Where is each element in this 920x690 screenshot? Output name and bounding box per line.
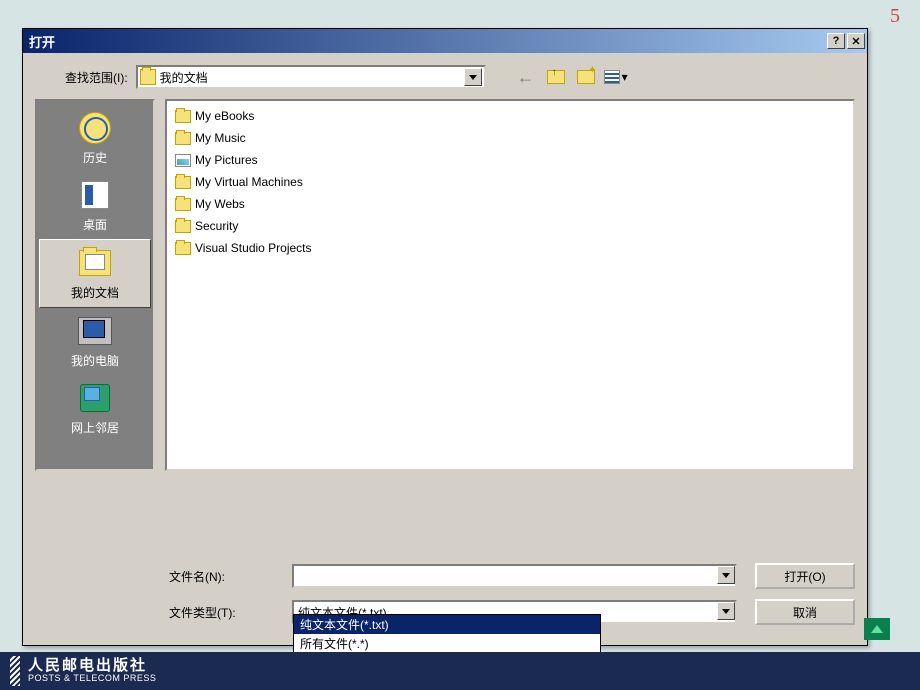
filename-label: 文件名(N): — [169, 568, 274, 585]
new-folder-icon — [577, 70, 595, 84]
lookin-dropdown-button[interactable] — [464, 68, 482, 86]
list-item[interactable]: My eBooks — [171, 105, 849, 127]
lookin-value: 我的文档 — [160, 69, 464, 86]
filename-value — [294, 566, 717, 586]
filename-input[interactable] — [292, 564, 737, 588]
file-list[interactable]: My eBooks My Music My Pictures My Virtua… — [165, 99, 855, 471]
network-icon — [80, 384, 110, 412]
new-folder-button[interactable] — [574, 66, 598, 88]
list-item[interactable]: My Webs — [171, 193, 849, 215]
up-folder-button[interactable] — [544, 66, 568, 88]
open-button[interactable]: 打开(O) — [755, 563, 855, 589]
places-bar: 历史 桌面 我的文档 我的电脑 网上邻居 — [35, 99, 155, 471]
publisher-cn: 人民邮电出版社 — [28, 658, 156, 675]
list-item[interactable]: Security — [171, 215, 849, 237]
list-item[interactable]: My Virtual Machines — [171, 171, 849, 193]
folder-icon — [175, 220, 191, 233]
pictures-icon — [175, 154, 191, 167]
lookin-combo[interactable]: 我的文档 — [136, 65, 486, 89]
folder-icon — [175, 110, 191, 123]
place-label: 历史 — [83, 149, 107, 166]
cancel-button[interactable]: 取消 — [755, 599, 855, 625]
help-button[interactable]: ? — [827, 33, 845, 49]
place-label: 我的文档 — [71, 284, 119, 301]
filetype-label: 文件类型(T): — [169, 604, 274, 621]
close-button[interactable]: ✕ — [847, 33, 865, 49]
list-item[interactable]: Visual Studio Projects — [171, 237, 849, 259]
filetype-dropdown-list[interactable]: 纯文本文件(*.txt) 所有文件(*.*) — [293, 614, 601, 654]
place-history[interactable]: 历史 — [37, 105, 153, 172]
place-label: 网上邻居 — [71, 419, 119, 436]
place-computer[interactable]: 我的电脑 — [37, 308, 153, 375]
filename-dropdown-button[interactable] — [717, 566, 735, 584]
folder-icon — [175, 176, 191, 189]
dialog-title: 打开 — [29, 32, 827, 51]
history-icon — [79, 112, 111, 144]
chevron-down-icon: ▾ — [622, 70, 628, 84]
place-label: 我的电脑 — [71, 352, 119, 369]
folder-icon — [175, 132, 191, 145]
filetype-dropdown-button[interactable] — [717, 602, 735, 620]
list-item[interactable]: My Music — [171, 127, 849, 149]
titlebar: 打开 ? ✕ — [23, 29, 867, 53]
folder-icon — [175, 242, 191, 255]
dropdown-option[interactable]: 所有文件(*.*) — [294, 634, 600, 653]
desktop-icon — [81, 181, 109, 209]
place-label: 桌面 — [83, 216, 107, 233]
nav-up-button[interactable] — [864, 618, 890, 640]
views-button[interactable]: ▾ — [604, 66, 628, 88]
place-mydocs[interactable]: 我的文档 — [39, 239, 151, 308]
folder-icon — [175, 198, 191, 211]
up-folder-icon — [547, 70, 565, 84]
back-arrow-icon: ← — [517, 67, 535, 88]
lookin-label: 查找范围(I): — [65, 69, 128, 86]
folder-icon — [140, 69, 156, 85]
computer-icon — [78, 317, 112, 345]
open-dialog: 打开 ? ✕ 查找范围(I): 我的文档 ← ▾ — [22, 28, 868, 646]
footer: 人民邮电出版社 POSTS & TELECOM PRESS — [0, 652, 920, 690]
footer-stripes-icon — [10, 656, 20, 686]
back-button[interactable]: ← — [514, 66, 538, 88]
place-network[interactable]: 网上邻居 — [37, 375, 153, 442]
mydocs-icon — [79, 250, 111, 276]
publisher-en: POSTS & TELECOM PRESS — [28, 674, 156, 684]
place-desktop[interactable]: 桌面 — [37, 172, 153, 239]
views-icon — [604, 70, 620, 84]
page-number: 5 — [890, 5, 900, 28]
list-item[interactable]: My Pictures — [171, 149, 849, 171]
dropdown-option[interactable]: 纯文本文件(*.txt) — [294, 615, 600, 634]
